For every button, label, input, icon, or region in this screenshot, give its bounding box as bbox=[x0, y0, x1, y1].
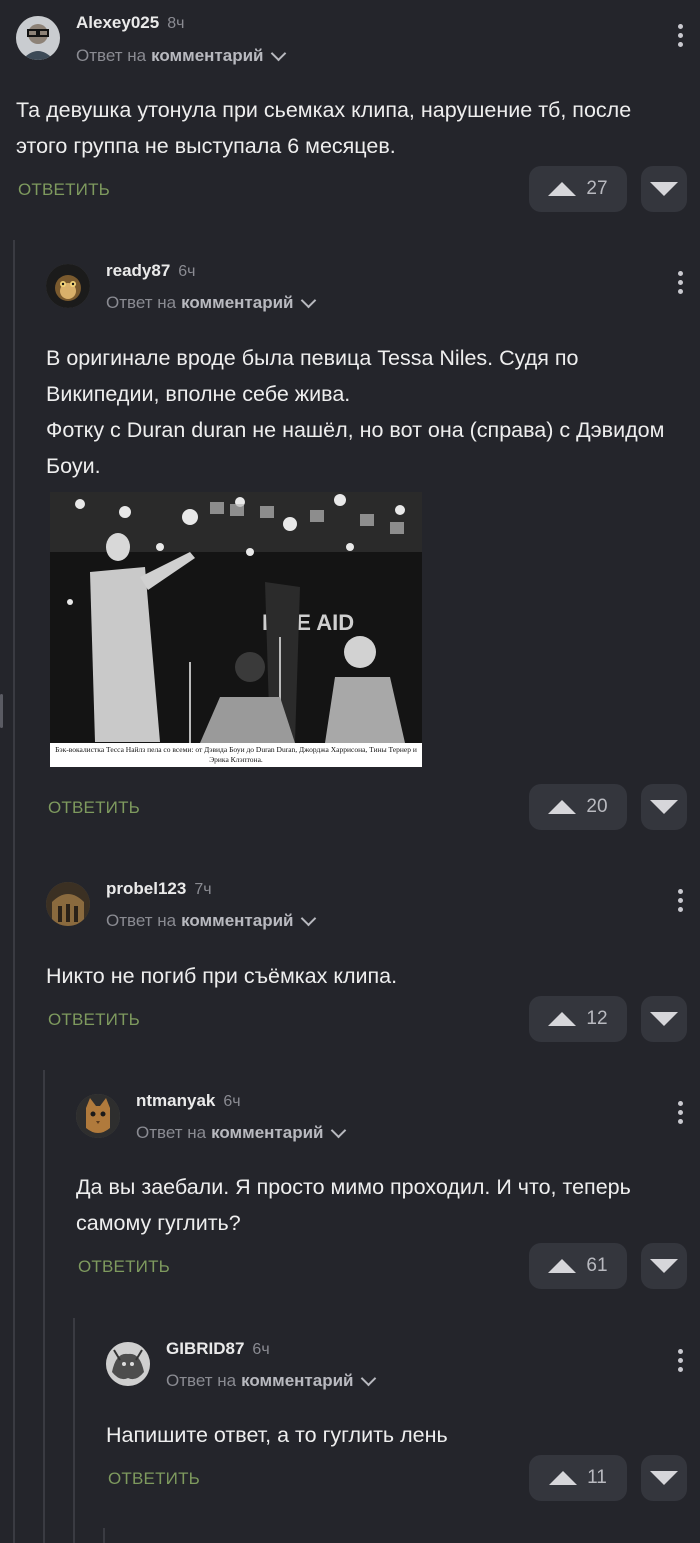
vote-count: 12 bbox=[586, 1008, 608, 1029]
vote-count: 61 bbox=[586, 1255, 608, 1276]
concert-photo: LIVE AID bbox=[50, 492, 422, 743]
upvote-button[interactable]: 61 bbox=[529, 1243, 627, 1289]
reply-to-link[interactable]: Ответ на комментарий bbox=[166, 1370, 377, 1391]
reply-to-prefix: Ответ на bbox=[136, 1123, 207, 1142]
arrow-down-icon bbox=[650, 800, 678, 814]
reply-to-prefix: Ответ на bbox=[166, 1371, 237, 1390]
thread-line-level-3 bbox=[73, 1318, 75, 1543]
chevron-down-icon bbox=[301, 910, 317, 926]
avatar-building-icon bbox=[46, 882, 90, 926]
reply-to-link[interactable]: Ответ на комментарий bbox=[106, 292, 317, 313]
comment-time: 7ч bbox=[194, 881, 212, 898]
reply-to-target: комментарий bbox=[241, 1371, 354, 1390]
vote-count: 11 bbox=[587, 1467, 607, 1488]
more-options-icon[interactable] bbox=[678, 1349, 684, 1372]
thread-line-level-4 bbox=[103, 1528, 105, 1543]
comment-text: Напишите ответ, а то гуглить лень bbox=[106, 1423, 448, 1447]
upvote-button[interactable]: 27 bbox=[529, 166, 627, 212]
avatar-glasses-man-icon bbox=[16, 16, 60, 60]
upvote-button[interactable]: 11 bbox=[529, 1455, 627, 1501]
more-options-icon[interactable] bbox=[678, 1101, 684, 1124]
arrow-down-icon bbox=[650, 182, 678, 196]
arrow-up-icon bbox=[548, 800, 577, 814]
arrow-up-icon bbox=[548, 1012, 577, 1026]
avatar[interactable] bbox=[16, 16, 60, 60]
reply-to-target: комментарий bbox=[151, 46, 264, 65]
username[interactable]: GIBRID87 6ч bbox=[166, 1339, 270, 1359]
side-scroll-handle[interactable] bbox=[0, 694, 3, 728]
chevron-down-icon bbox=[361, 1370, 377, 1386]
avatar-cat-icon bbox=[76, 1094, 120, 1138]
downvote-button[interactable] bbox=[641, 1243, 687, 1289]
reply-button[interactable]: ОТВЕТИТЬ bbox=[108, 1469, 200, 1489]
vote-count: 20 bbox=[586, 796, 608, 817]
avatar[interactable] bbox=[46, 264, 90, 308]
reply-to-link[interactable]: Ответ на комментарий bbox=[106, 910, 317, 931]
reply-to-prefix: Ответ на bbox=[106, 911, 177, 930]
downvote-button[interactable] bbox=[641, 996, 687, 1042]
comment-text: Та девушка утонула при сьемках клипа, на… bbox=[16, 98, 632, 158]
more-options-icon[interactable] bbox=[678, 889, 684, 912]
reply-to-link[interactable]: Ответ на комментарий bbox=[136, 1122, 347, 1143]
reply-to-target: комментарий bbox=[181, 911, 294, 930]
reply-to-target: комментарий bbox=[181, 293, 294, 312]
avatar[interactable] bbox=[106, 1342, 150, 1386]
reply-to-prefix: Ответ на bbox=[76, 46, 147, 65]
reply-to-prefix: Ответ на bbox=[106, 293, 177, 312]
reply-button[interactable]: ОТВЕТИТЬ bbox=[48, 1010, 140, 1030]
more-options-icon[interactable] bbox=[678, 24, 684, 47]
comment-time: 6ч bbox=[223, 1093, 241, 1110]
comment-text: Никто не погиб при съёмках клипа. bbox=[46, 964, 398, 988]
avatar[interactable] bbox=[46, 882, 90, 926]
chevron-down-icon bbox=[301, 292, 317, 308]
reply-button[interactable]: ОТВЕТИТЬ bbox=[18, 180, 110, 200]
arrow-up-icon bbox=[548, 182, 577, 196]
avatar-creature-icon bbox=[106, 1342, 150, 1386]
arrow-down-icon bbox=[650, 1259, 678, 1273]
comment-time: 6ч bbox=[252, 1341, 270, 1358]
arrow-down-icon bbox=[650, 1012, 678, 1026]
image-caption: Бэк-вокалистка Тесса Найлз пела со всеми… bbox=[50, 743, 422, 767]
reply-to-target: комментарий bbox=[211, 1123, 324, 1142]
arrow-down-icon bbox=[650, 1471, 678, 1485]
comment-text: В оригинале вроде была певица Tessa Nile… bbox=[46, 346, 665, 478]
downvote-button[interactable] bbox=[641, 1455, 687, 1501]
arrow-up-icon bbox=[549, 1471, 578, 1485]
avatar[interactable] bbox=[76, 1094, 120, 1138]
username[interactable]: probel123 7ч bbox=[106, 879, 212, 899]
arrow-up-icon bbox=[548, 1259, 577, 1273]
vote-count: 27 bbox=[586, 178, 608, 199]
thread-line-level-1 bbox=[13, 240, 15, 1543]
reply-to-link[interactable]: Ответ на комментарий bbox=[76, 45, 287, 66]
more-options-icon[interactable] bbox=[678, 271, 684, 294]
reply-button[interactable]: ОТВЕТИТЬ bbox=[78, 1257, 170, 1277]
reply-button[interactable]: ОТВЕТИТЬ bbox=[48, 798, 140, 818]
comment-time: 6ч bbox=[178, 263, 196, 280]
thread-line-level-2 bbox=[43, 1070, 45, 1543]
downvote-button[interactable] bbox=[641, 784, 687, 830]
chevron-down-icon bbox=[331, 1122, 347, 1138]
comment-image[interactable]: LIVE AID Бэк-вокалистка Тесса Найлз пела… bbox=[50, 492, 422, 767]
upvote-button[interactable]: 20 bbox=[529, 784, 627, 830]
comment-time: 8ч bbox=[167, 15, 185, 32]
chevron-down-icon bbox=[271, 45, 287, 61]
downvote-button[interactable] bbox=[641, 166, 687, 212]
avatar-monkey-icon bbox=[46, 264, 90, 308]
comment-text: Да вы заебали. Я просто мимо проходил. И… bbox=[76, 1175, 631, 1235]
upvote-button[interactable]: 12 bbox=[529, 996, 627, 1042]
username[interactable]: ready87 6ч bbox=[106, 261, 196, 281]
username[interactable]: ntmanyak 6ч bbox=[136, 1091, 241, 1111]
username[interactable]: Alexey025 8ч bbox=[76, 13, 184, 33]
